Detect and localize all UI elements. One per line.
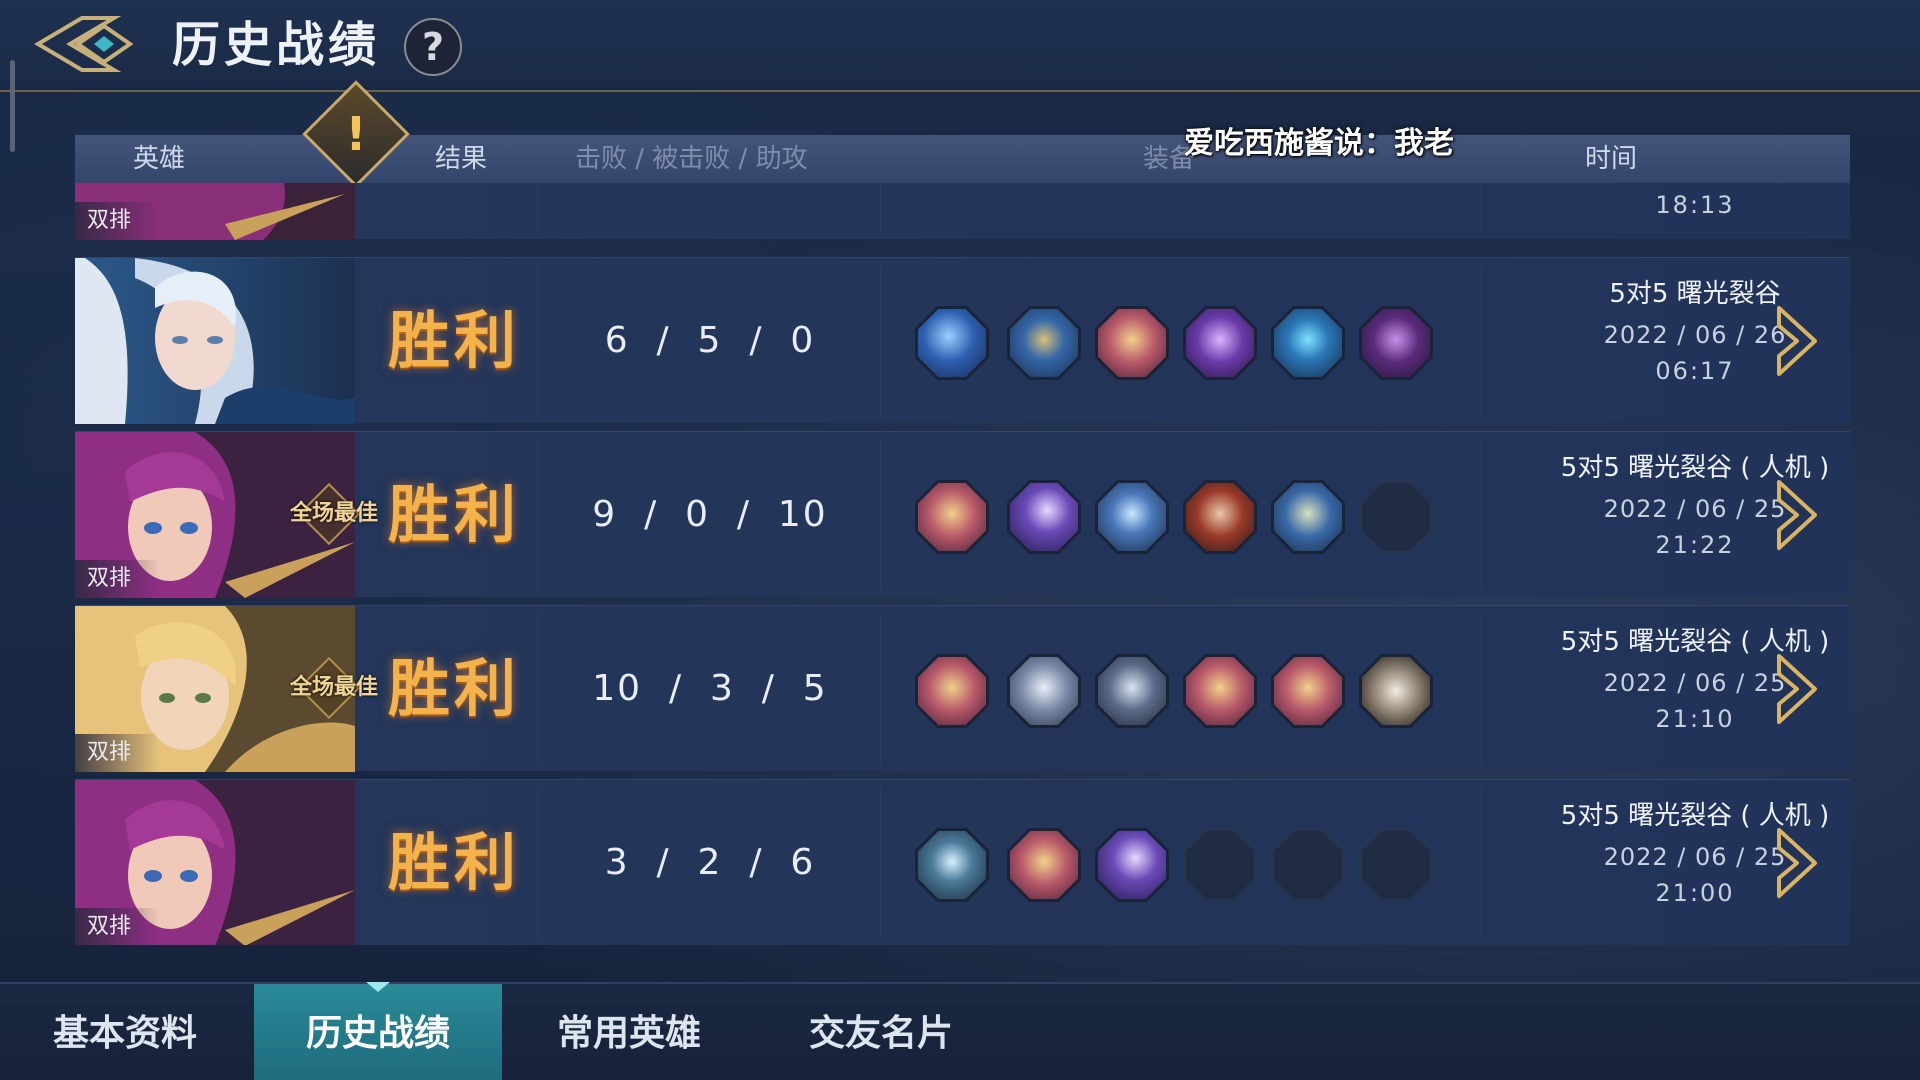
- gold-armor-item-icon[interactable]: [1007, 828, 1081, 902]
- active-tab-indicator: [366, 982, 390, 992]
- match-list[interactable]: 双排 18:13 胜利 6 / 5 / 0 5对5 曙光裂谷 2022 / 06…: [75, 183, 1850, 945]
- history-page: 历史战绩 ? 英雄 结果 击败 / 被击败 / 助攻 装备 时间 ! 爱吃西施酱…: [0, 0, 1920, 1080]
- blue-claw-item-icon[interactable]: [1095, 480, 1169, 554]
- empty-item-slot: [1183, 828, 1257, 902]
- item-slots: [915, 828, 1475, 902]
- warning-icon: !: [345, 107, 367, 161]
- match-row[interactable]: 双排 全场最佳 胜利 9 / 0 / 10 5对5 曙光裂谷 ( 人机 ) 20…: [75, 431, 1850, 598]
- back-arrow-icon[interactable]: [34, 12, 146, 76]
- match-row[interactable]: 双排 全场最佳 胜利 10 / 3 / 5 5对5 曙光裂谷 ( 人机 ) 20…: [75, 605, 1850, 772]
- item-slots: [915, 654, 1475, 728]
- gold-armor-item-icon[interactable]: [1183, 654, 1257, 728]
- match-row[interactable]: 双排 胜利 3 / 2 / 6 5对5 曙光裂谷 ( 人机 ) 2022 / 0…: [75, 779, 1850, 945]
- hero-avatar: [75, 258, 355, 424]
- blue-wing-item-icon[interactable]: [915, 306, 989, 380]
- tab-match-history[interactable]: 历史战绩: [254, 982, 502, 1080]
- hero-avatar: 双排: [75, 183, 355, 240]
- mvp-badge: 全场最佳: [289, 675, 378, 700]
- column-result: 结果: [435, 144, 488, 174]
- help-button[interactable]: ?: [404, 18, 462, 76]
- mvp-badge: 全场最佳: [289, 501, 378, 526]
- column-time: 时间: [1585, 144, 1638, 174]
- page-title: 历史战绩: [172, 17, 381, 73]
- blue-quiver-item-icon[interactable]: [1271, 480, 1345, 554]
- side-scroll-indicator: [10, 60, 15, 152]
- hero-avatar: 双排: [75, 780, 355, 945]
- tab-common-heroes[interactable]: 常用英雄: [504, 984, 754, 1080]
- match-time: 18:13: [1655, 191, 1735, 219]
- purple-crystal-item-icon[interactable]: [1183, 306, 1257, 380]
- match-kda: 3 / 2 / 6: [604, 842, 816, 883]
- purple-helm-item-icon[interactable]: [1359, 306, 1433, 380]
- blue-ring-item-icon[interactable]: [1271, 306, 1345, 380]
- empty-item-slot: [1359, 480, 1433, 554]
- chevron-right-icon[interactable]: [1775, 304, 1819, 378]
- red-quiver-item-icon[interactable]: [1183, 480, 1257, 554]
- tab-basic-info[interactable]: 基本资料: [0, 984, 250, 1080]
- steel-ring-item-icon[interactable]: [1095, 654, 1169, 728]
- item-slots: [915, 480, 1475, 554]
- match-row[interactable]: 胜利 6 / 5 / 0 5对5 曙光裂谷 2022 / 06 / 26 06:…: [75, 257, 1850, 424]
- tab-label: 历史战绩: [305, 1013, 450, 1054]
- chevron-right-icon[interactable]: [1775, 826, 1819, 900]
- silver-ring-item-icon[interactable]: [1007, 654, 1081, 728]
- match-row-partial[interactable]: 双排 18:13: [75, 183, 1850, 240]
- top-bar: 历史战绩 ?: [0, 0, 1920, 92]
- chevron-right-icon[interactable]: [1775, 478, 1819, 552]
- gold-armor-item-icon[interactable]: [915, 654, 989, 728]
- duo-tag: 双排: [75, 908, 159, 945]
- gold-armor-item-icon[interactable]: [915, 480, 989, 554]
- empty-item-slot: [1271, 828, 1345, 902]
- match-kda: 10 / 3 / 5: [592, 668, 828, 709]
- blue-tome-item-icon[interactable]: [1007, 306, 1081, 380]
- match-kda: 6 / 5 / 0: [604, 320, 816, 361]
- gold-armor-item-icon[interactable]: [1271, 654, 1345, 728]
- danmaku-message: 爱吃西施酱说：我老: [1184, 126, 1454, 161]
- duo-tag: 双排: [75, 734, 159, 772]
- item-slots: [915, 306, 1475, 380]
- empty-item-slot: [1359, 828, 1433, 902]
- column-kda: 击败 / 被击败 / 助攻: [575, 144, 808, 174]
- purple-scythe-item-icon[interactable]: [1007, 480, 1081, 554]
- silver-shield-item-icon[interactable]: [1359, 654, 1433, 728]
- tab-friend-card[interactable]: 交友名片: [756, 984, 1006, 1080]
- purple-scythe-item-icon[interactable]: [1095, 828, 1169, 902]
- lightning-blade-item-icon[interactable]: [915, 828, 989, 902]
- duo-tag: 双排: [75, 560, 159, 598]
- bottom-tab-bar: 基本资料 历史战绩 常用英雄 交友名片: [0, 982, 1920, 1080]
- match-kda: 9 / 0 / 10: [592, 494, 828, 535]
- column-hero: 英雄: [133, 144, 186, 174]
- chevron-right-icon[interactable]: [1775, 652, 1819, 726]
- gold-armor-item-icon[interactable]: [1095, 306, 1169, 380]
- duo-tag: 双排: [75, 202, 159, 240]
